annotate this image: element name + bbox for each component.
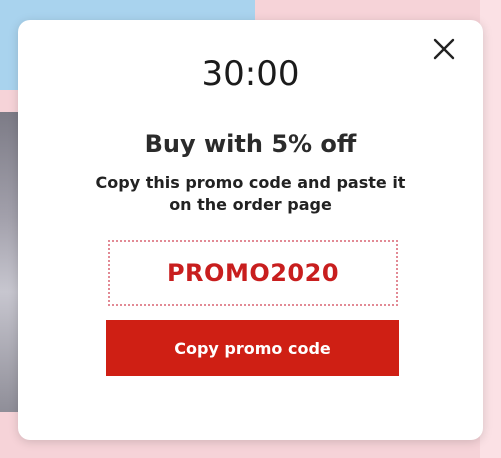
popup-headline: Buy with 5% off: [144, 130, 357, 158]
copy-promo-code-button[interactable]: Copy promo code: [106, 320, 399, 376]
background-photo-fragment: [0, 112, 20, 412]
promo-popup: 30:00 Buy with 5% off Copy this promo co…: [18, 20, 483, 440]
page: 30:00 Buy with 5% off Copy this promo co…: [0, 0, 501, 458]
background-right-strip: [480, 0, 501, 458]
popup-instructions: Copy this promo code and paste it on the…: [95, 173, 406, 214]
copy-promo-code-button-label: Copy promo code: [174, 338, 331, 358]
promo-code-field[interactable]: PROMO2020: [108, 240, 398, 306]
promo-code-text: PROMO2020: [166, 259, 340, 287]
countdown-timer: 30:00: [201, 54, 300, 94]
